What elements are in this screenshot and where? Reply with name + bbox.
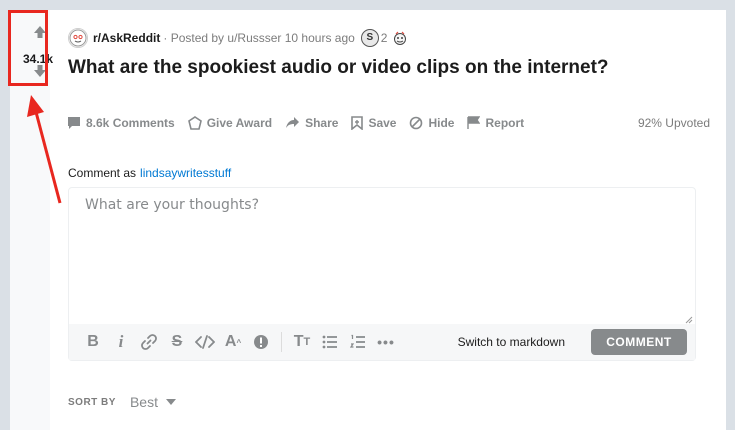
silver-award-icon[interactable]: S [360,29,379,47]
spoiler-icon[interactable] [247,328,275,356]
flag-icon [467,116,481,129]
inline-code-icon[interactable] [191,328,219,356]
bookmark-icon [351,116,364,130]
comment-icon [68,117,80,129]
comment-as-label: Comment as [68,166,137,180]
share-button[interactable]: Share [285,116,338,130]
share-label: Share [305,116,339,130]
post-actions: 8.6k Comments Give Award Share Save Hide… [67,112,537,134]
sort-label: SORT BY [68,396,116,408]
strikethrough-icon[interactable]: S [163,328,191,356]
editor-toolbar: B i S A ^ TT ••• Switch to markdown COMM… [69,324,695,360]
report-label: Report [485,116,525,130]
comment-editor: B i S A^ TT ••• Switch to markdown C [68,187,696,361]
save-label: Save [368,116,397,130]
comments-button[interactable]: 8.6k Comments [67,116,175,130]
bulleted-list-icon[interactable] [316,328,344,356]
give-award-label: Give Award [206,116,273,130]
give-award-button[interactable]: Give Award [187,116,273,130]
hide-label: Hide [428,116,455,130]
award-count: 2 [380,31,388,45]
sort-dropdown[interactable]: Best [130,394,158,410]
comment-username-link[interactable]: lindsaywritesstuff [140,166,231,180]
post-title[interactable]: What are the spookiest audio or video cl… [68,56,718,80]
subreddit-avatar-icon[interactable] [68,28,88,48]
numbered-list-icon[interactable] [344,328,372,356]
superscript-icon[interactable]: A ^ [219,328,247,356]
post-meta: r/AskReddit · Posted by u/Russser 10 hou… [68,28,408,48]
resize-handle-icon[interactable] [685,316,693,324]
post-card: 34.1k r/AskReddit · Posted by u/Russser … [10,10,726,430]
award-icon [187,116,202,130]
bold-icon[interactable]: B [79,328,107,356]
chevron-down-icon[interactable] [165,399,176,405]
comment-input[interactable] [69,188,695,326]
sort-by: SORT BY Best [68,394,176,410]
switch-to-markdown-button[interactable]: Switch to markdown [458,335,565,349]
upvoted-percentage: 92% Upvoted [637,116,710,130]
posted-by-text: · Posted by u/Russser 10 hours ago [163,31,355,45]
heading-icon[interactable]: TT [288,328,316,356]
helpful-award-icon[interactable] [392,30,408,46]
vote-highlight-box [8,10,48,86]
subreddit-link[interactable]: r/AskReddit [93,31,160,45]
comment-as-row: Comment as lindsaywritesstuff [68,166,231,180]
italic-icon[interactable]: i [107,328,135,356]
comments-label: 8.6k Comments [86,116,175,130]
toolbar-divider [281,332,282,352]
share-icon [286,117,300,128]
hide-icon [410,116,423,130]
report-button[interactable]: Report [467,116,524,130]
link-icon[interactable] [135,328,163,356]
more-icon[interactable]: ••• [372,328,400,356]
hide-button[interactable]: Hide [409,116,454,130]
save-button[interactable]: Save [351,116,396,130]
comment-submit-button[interactable]: COMMENT [591,329,687,355]
